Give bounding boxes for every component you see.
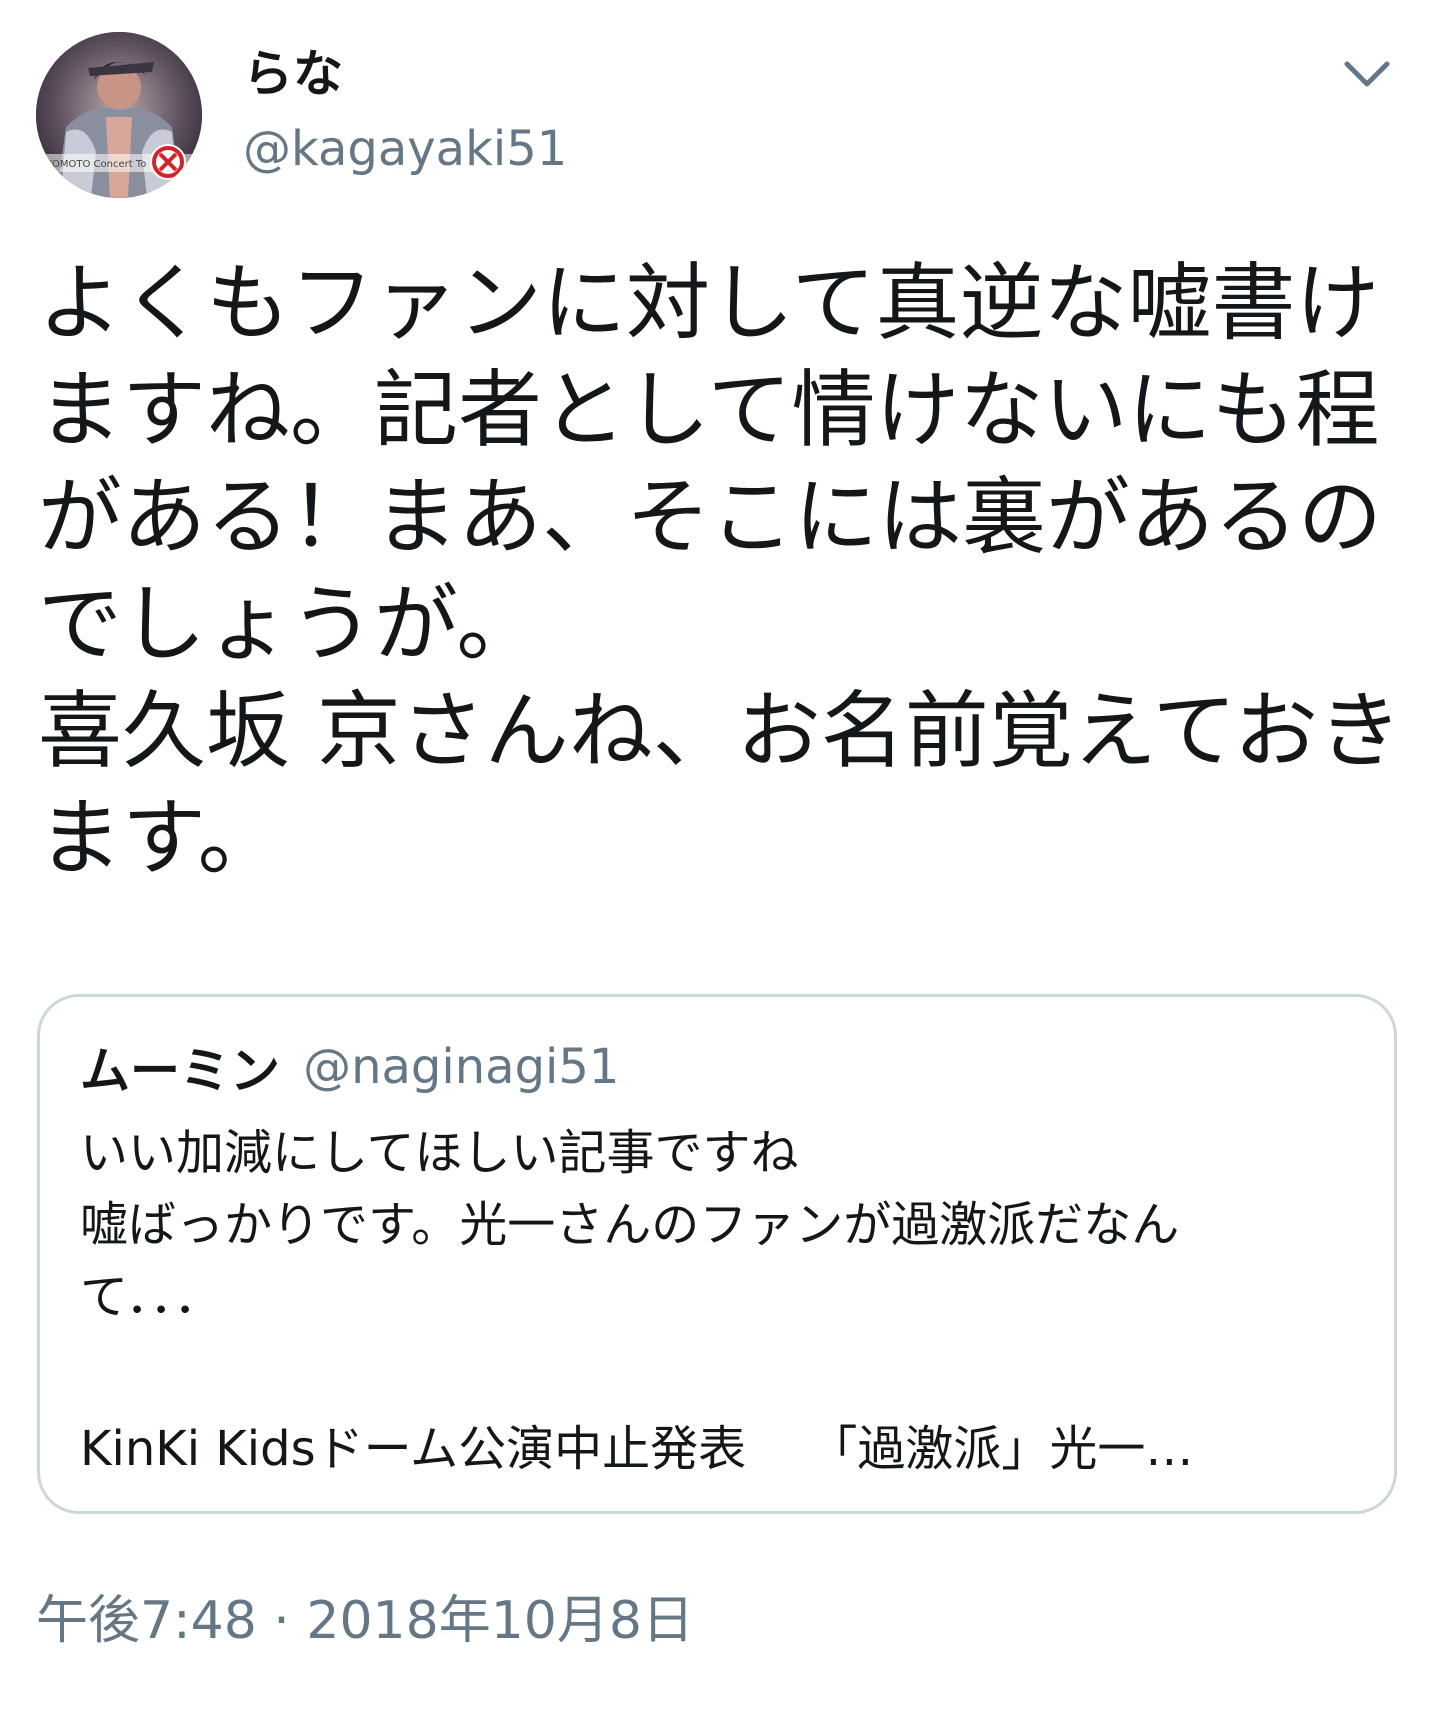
- tweet-timestamp[interactable]: 午後7:48 · 2018年10月8日: [36, 1588, 694, 1654]
- avatar-image: KOMOTO Concert To: [36, 32, 202, 198]
- quoted-link-title[interactable]: KinKi Kidsドーム公演中止発表 「過激派」光一…: [80, 1417, 1360, 1481]
- author-handle[interactable]: @kagayaki51: [243, 120, 567, 178]
- tweet-menu-button[interactable]: [1337, 50, 1397, 100]
- svg-text:KOMOTO Concert To: KOMOTO Concert To: [46, 159, 146, 170]
- author-display-name[interactable]: らな: [243, 44, 343, 104]
- chevron-down-icon: [1344, 61, 1390, 87]
- quoted-display-name: ムーミン: [80, 1042, 280, 1100]
- quoted-tweet-card[interactable]: ムーミン @naginagi51 いい加減にしてほしい記事ですね 嘘ばっかりです…: [37, 994, 1397, 1514]
- tweet-text: よくもファンに対して真逆な嘘書け ますね。記者として情けないにも程 がある！まあ…: [38, 254, 1402, 887]
- quoted-tweet-text: いい加減にしてほしい記事ですね 嘘ばっかりです。光一さんのファンが過激派だなん …: [80, 1125, 1180, 1325]
- author-avatar[interactable]: KOMOTO Concert To: [36, 32, 202, 198]
- quoted-handle: @naginagi51: [303, 1039, 620, 1095]
- quoted-tweet-header: ムーミン @naginagi51: [80, 1031, 620, 1100]
